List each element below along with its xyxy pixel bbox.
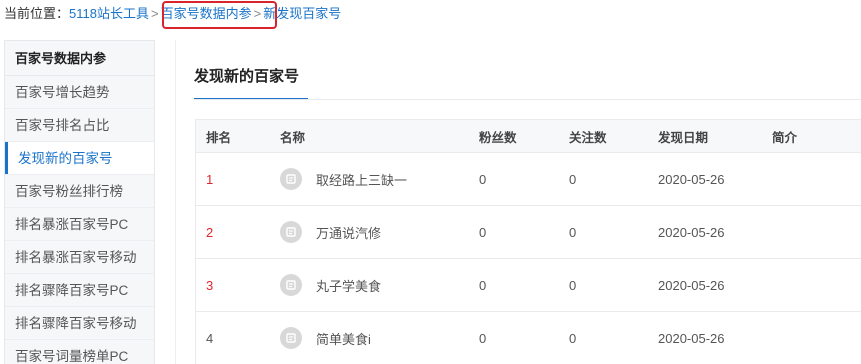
- cell-date: 2020-05-26: [658, 330, 725, 346]
- cell-date: 2020-05-26: [658, 224, 725, 240]
- breadcrumb-link-tools[interactable]: 5118站长工具: [69, 6, 149, 21]
- page-title: 发现新的百家号: [194, 68, 300, 85]
- sidebar-item-keyword-ranking-pc[interactable]: 百家号词量榜单PC: [5, 340, 154, 364]
- column-header-fans: 粉丝数: [479, 130, 517, 145]
- sidebar-item-rank-ratio[interactable]: 百家号排名占比: [5, 109, 154, 142]
- cell-date: 2020-05-26: [658, 171, 725, 187]
- sidebar-item-drop-pc[interactable]: 排名骤降百家号PC: [5, 274, 154, 307]
- cell-rank: 1: [206, 171, 214, 187]
- cell-name: 丸子学美食: [280, 274, 479, 296]
- breadcrumb-separator: >: [150, 6, 159, 21]
- main-panel: 发现新的百家号 排名 名称 粉丝数 关注数 发现日期 简介 1 取经路上三缺一 …: [175, 40, 861, 364]
- cell-date: 2020-05-26: [658, 277, 725, 293]
- baijiahao-avatar-icon: [280, 221, 302, 243]
- baijiahao-table: 排名 名称 粉丝数 关注数 发现日期 简介 1 取经路上三缺一 0 0 2020…: [195, 119, 861, 364]
- table-header: 排名 名称 粉丝数 关注数 发现日期 简介: [196, 120, 861, 153]
- sidebar-item-surge-mobile[interactable]: 排名暴涨百家号移动: [5, 241, 154, 274]
- cell-rank: 3: [206, 277, 214, 293]
- column-header-name: 名称: [280, 130, 306, 145]
- cell-rank: 2: [206, 224, 214, 240]
- column-header-rank: 排名: [206, 130, 232, 145]
- column-header-intro: 简介: [772, 130, 798, 145]
- sidebar-item-fans-ranking[interactable]: 百家号粉丝排行榜: [5, 175, 154, 208]
- account-name-link[interactable]: 简单美食i: [316, 329, 371, 348]
- cell-follows: 0: [569, 171, 577, 187]
- sidebar-header: 百家号数据内参: [5, 41, 154, 76]
- cell-fans: 0: [479, 171, 487, 187]
- table-row: 4 简单美食i 0 0 2020-05-26: [196, 312, 861, 364]
- cell-fans: 0: [479, 330, 487, 346]
- table-row: 3 丸子学美食 0 0 2020-05-26: [196, 259, 861, 312]
- cell-follows: 0: [569, 224, 577, 240]
- cell-fans: 0: [479, 277, 487, 293]
- cell-name: 万通说汽修: [280, 221, 479, 243]
- section-title: 发现新的百家号: [194, 62, 308, 100]
- column-header-follows: 关注数: [569, 130, 607, 145]
- annotation-highlight-box: [162, 1, 277, 29]
- column-header-date: 发现日期: [658, 130, 709, 145]
- cell-name: 简单美食i: [280, 327, 479, 349]
- cell-rank: 4: [206, 330, 214, 346]
- baijiahao-avatar-icon: [280, 168, 302, 190]
- cell-name: 取经路上三缺一: [280, 168, 479, 190]
- cell-follows: 0: [569, 330, 577, 346]
- divider: [194, 99, 861, 100]
- baijiahao-avatar-icon: [280, 274, 302, 296]
- cell-fans: 0: [479, 224, 487, 240]
- sidebar-item-drop-mobile[interactable]: 排名骤降百家号移动: [5, 307, 154, 340]
- table-row: 1 取经路上三缺一 0 0 2020-05-26: [196, 153, 861, 206]
- table-row: 2 万通说汽修 0 0 2020-05-26: [196, 206, 861, 259]
- sidebar-item-growth-trend[interactable]: 百家号增长趋势: [5, 76, 154, 109]
- account-name-link[interactable]: 万通说汽修: [316, 223, 381, 242]
- sidebar-item-discover-new[interactable]: 发现新的百家号: [5, 142, 154, 175]
- account-name-link[interactable]: 丸子学美食: [316, 276, 381, 295]
- baijiahao-avatar-icon: [280, 327, 302, 349]
- sidebar: 百家号数据内参 百家号增长趋势 百家号排名占比 发现新的百家号 百家号粉丝排行榜…: [4, 40, 155, 364]
- cell-follows: 0: [569, 277, 577, 293]
- account-name-link[interactable]: 取经路上三缺一: [316, 170, 407, 189]
- sidebar-item-surge-pc[interactable]: 排名暴涨百家号PC: [5, 208, 154, 241]
- breadcrumb-prefix: 当前位置：: [4, 6, 70, 21]
